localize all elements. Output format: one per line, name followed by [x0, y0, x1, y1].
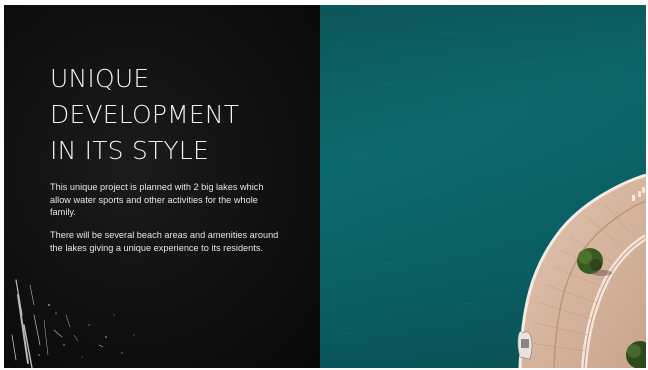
text-panel: UNIQUE DEVELOPMENT IN ITS STYLE This uni…: [4, 5, 320, 368]
slide-title: UNIQUE DEVELOPMENT IN ITS STYLE: [50, 61, 310, 169]
title-line-2: DEVELOPMENT: [50, 100, 240, 129]
description-paragraph-1: This unique project is planned with 2 bi…: [50, 182, 264, 217]
title-line-3: IN ITS STYLE: [50, 136, 210, 165]
title-line-1: UNIQUE: [50, 64, 150, 93]
grunge-texture-decoration: [11, 279, 135, 368]
presentation-slide: UNIQUE DEVELOPMENT IN ITS STYLE This uni…: [4, 5, 646, 368]
boat-icon: [517, 330, 533, 360]
aerial-lake-photo: [320, 5, 646, 368]
aerial-lake-photo-icon: [320, 5, 646, 368]
description-paragraph-2: There will be several beach areas and am…: [50, 230, 279, 253]
